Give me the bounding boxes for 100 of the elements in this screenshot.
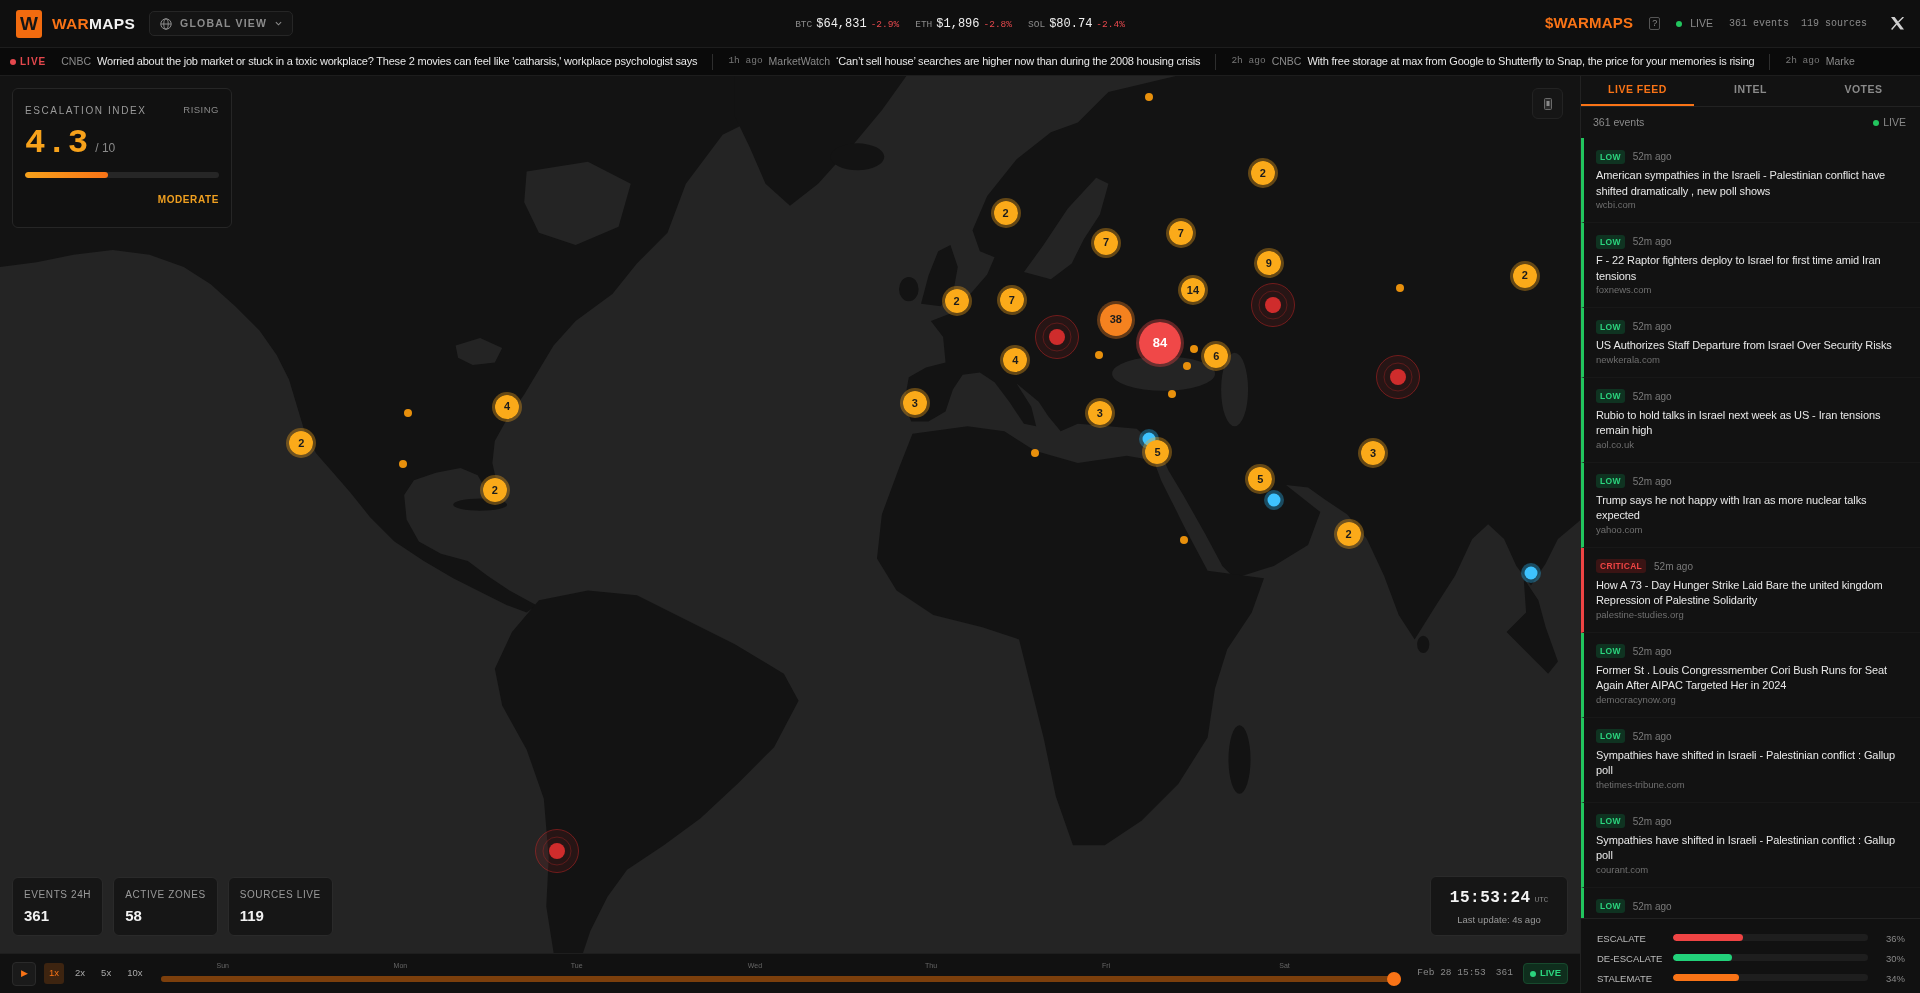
stat-label: EVENTS 24H <box>24 887 92 902</box>
escalation-score: 4.3 <box>25 126 90 160</box>
stat-value: 119 <box>239 905 264 926</box>
event-dot-icon[interactable] <box>1030 449 1039 458</box>
source-domain: democracynow.org <box>1596 693 1677 706</box>
severity-tag: CRITICAL <box>1596 559 1647 573</box>
source-count: 119 sources <box>1801 17 1867 31</box>
stat-value: 58 <box>125 905 142 926</box>
event-dot-icon[interactable] <box>1190 345 1199 354</box>
event-dot-icon[interactable] <box>1395 283 1404 292</box>
map-control-button[interactable] <box>1532 88 1563 119</box>
live-dot-icon <box>1529 970 1536 977</box>
time-ago: 52m ago <box>1632 235 1672 249</box>
feed-item[interactable]: LOW 52m ago Sympathies have shifted in Israeli - Palestinian conflict : Gallup poll courant.com <box>1581 802 1920 888</box>
speed-button[interactable]: 1x <box>44 963 65 984</box>
play-button[interactable]: ▶ <box>12 961 36 986</box>
live-label: LIVE <box>20 55 47 69</box>
severity-tag: LOW <box>1596 644 1625 658</box>
news-headline[interactable]: Worried about the job market or stuck in a toxic workplace? These 2 movies can feel like 'catharsis,' workplace psychologist says <box>97 53 698 70</box>
pulse-ring-icon[interactable] <box>535 829 580 874</box>
global-view-dropdown[interactable]: GLOBAL VIEW <box>149 11 294 36</box>
pulse-ring-icon[interactable] <box>1250 283 1295 328</box>
event-dot-icon[interactable] <box>1182 362 1191 371</box>
status-label: LIVE <box>1690 15 1713 31</box>
headline: How A 73 - Day Hunger Strike Laid Bare the united kingdom Repression of Palestine Solidarity <box>1596 577 1884 608</box>
sidebar-tab[interactable]: INTEL <box>1694 76 1807 106</box>
live-dot-icon <box>10 58 16 65</box>
cluster-marker[interactable]: 2 <box>286 428 317 459</box>
severity-tag: LOW <box>1596 234 1625 249</box>
brand-name: WARMAPS <box>52 13 136 34</box>
sidebar-tab[interactable]: LIVE FEED <box>1581 76 1694 106</box>
price-value: $64,831 <box>816 15 867 33</box>
speed-button[interactable]: 5x <box>96 963 117 984</box>
event-dot-icon[interactable] <box>403 408 412 417</box>
rating-label: MODERATE <box>157 193 219 207</box>
severity-tag: LOW <box>1596 319 1625 334</box>
speed-button[interactable]: 2x <box>70 963 91 984</box>
severity-tag: LOW <box>1596 474 1625 488</box>
cluster-marker[interactable]: 2 <box>479 475 510 505</box>
pulse-ring-icon[interactable] <box>1375 355 1420 400</box>
time-ago: 52m ago <box>1632 320 1672 334</box>
glow-dot-icon[interactable] <box>1521 563 1541 584</box>
price-symbol: SOL <box>1028 17 1046 32</box>
news-source: CNBC <box>61 53 91 69</box>
source-domain: palestine-studies.org <box>1596 608 1685 621</box>
vote-label: DE-ESCALATE <box>1597 953 1663 964</box>
event-dot-icon[interactable] <box>1144 92 1153 101</box>
timeline-thumb[interactable] <box>1387 971 1402 986</box>
feed-item[interactable]: LOW 52m ago US Authorizes Staff Departure from Israel Over Security Risks newkerala.com <box>1581 308 1920 378</box>
stat-label: SOURCES LIVE <box>239 887 321 902</box>
event-count: 361 <box>1495 966 1513 981</box>
vote-percent: 30% <box>1886 953 1905 964</box>
source-domain: newkerala.com <box>1596 353 1661 366</box>
event-count: 361 events <box>1593 114 1645 130</box>
feed-item[interactable]: LOW 52m ago F - 22 Raptor fighters deploy to Israel for first time amid Iran tensions foxnews.com <box>1581 223 1920 308</box>
time-ago: 52m ago <box>1632 899 1672 914</box>
news-source: CNBC <box>1271 53 1302 69</box>
source-domain: courant.com <box>1596 863 1650 876</box>
news-headline[interactable]: ‘Can’t sell house’ searches are higher now than during the 2008 housing crisis <box>836 53 1201 70</box>
trend-label: RISING <box>183 103 219 118</box>
time-ago: 52m ago <box>1632 150 1672 164</box>
news-headline[interactable]: With free storage at max from Google to Shutterfly to Snap, the price for your memories is rising <box>1307 53 1755 70</box>
cluster-marker[interactable]: 3 <box>899 388 930 419</box>
event-dot-icon[interactable] <box>1168 390 1177 399</box>
event-dot-icon[interactable] <box>398 460 407 469</box>
social-link[interactable] <box>1891 17 1904 30</box>
feed-item[interactable]: CRITICAL 52m ago How A 73 - Day Hunger Strike Laid Bare the united kingdom Repression of Palestine Solidarity palestine-studies.org <box>1581 547 1920 633</box>
feed-item[interactable]: LOW 52m ago Sympathies have shifted in Israeli - Palestinian conflict : Gallup poll thetimes-tribune.com <box>1581 717 1920 803</box>
severity-tag: LOW <box>1596 149 1625 164</box>
timeline-track[interactable] <box>161 971 1402 986</box>
price-change: -2.9% <box>870 17 900 32</box>
clock-time: 15:53:24 <box>1449 887 1531 909</box>
event-dot-icon[interactable] <box>1094 351 1103 360</box>
panel-title: ESCALATION INDEX <box>25 104 147 118</box>
headline: Trump says he not happy with Iran as more nuclear talks expected <box>1596 492 1868 523</box>
help-button[interactable]: ? <box>1649 17 1661 30</box>
stat-value: 361 <box>24 905 50 926</box>
headline: Former St . Louis Congressmember Cori Bush Runs for Seat Again After AIPAC Targeted Her in 2024 <box>1596 662 1888 693</box>
live-dot-icon <box>1873 119 1880 126</box>
score-scale: / 10 <box>95 140 116 157</box>
news-time: 2h ago <box>1785 54 1820 69</box>
glow-dot-icon[interactable] <box>1263 489 1284 510</box>
price-value: $80.74 <box>1049 15 1093 33</box>
feed-item[interactable]: LOW 52m ago Rubio to hold talks in Israel next week as US - Iran tensions remain high aol.co.uk <box>1581 377 1920 463</box>
pulse-ring-icon[interactable] <box>1035 314 1079 359</box>
headline: Sympathies have shifted in Israeli - Palestinian conflict : Gallup poll <box>1596 747 1897 778</box>
cluster-marker[interactable]: 6 <box>1201 341 1232 372</box>
live-label: LIVE <box>1883 114 1906 130</box>
sidebar-tab[interactable]: VOTES <box>1807 76 1920 106</box>
source-domain: yahoo.com <box>1596 523 1644 536</box>
time-ago: 52m ago <box>1632 474 1672 489</box>
feed-item[interactable]: LOW 52m ago American sympathies in the Israeli - Palestinian conflict have shifted dramatically , new poll shows wcbi.com <box>1581 138 1920 223</box>
headline: US Authorizes Staff Departure from Israel Over Security Risks <box>1596 338 1893 353</box>
feed-item[interactable]: LOW 52m ago Trump says he not happy with Iran as more nuclear talks expected yahoo.com <box>1581 462 1920 548</box>
vote-label: STALEMATE <box>1597 973 1653 984</box>
event-dot-icon[interactable] <box>1180 536 1189 545</box>
feed-item[interactable]: LOW 52m ago Former St . Louis Congressmember Cori Bush Runs for Seat Again After AIPAC Targeted Her in 2024 democracynow.org <box>1581 632 1920 718</box>
cluster-marker[interactable]: 2 <box>1333 519 1364 550</box>
speed-button[interactable]: 10x <box>122 963 148 984</box>
news-time: 1h ago <box>728 54 763 69</box>
